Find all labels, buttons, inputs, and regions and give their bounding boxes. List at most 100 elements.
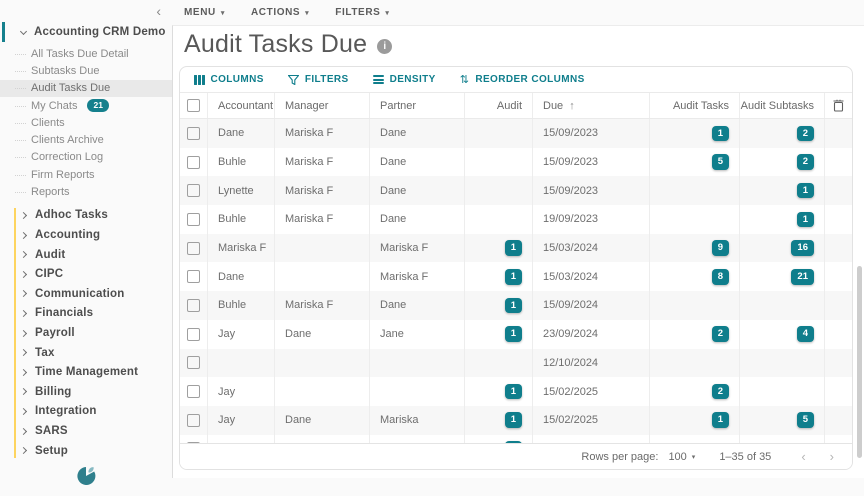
table-row[interactable]: Buhle Mariska F Dane 15/09/2023 5 2	[180, 148, 852, 177]
audit-tasks-count-badge[interactable]: 2	[712, 384, 729, 400]
sidebar-item-firm-reports[interactable]: Firm Reports	[0, 166, 172, 183]
chevron-right-icon	[20, 271, 27, 278]
menu-filters[interactable]: FILTERS ▾	[335, 7, 389, 18]
row-checkbox[interactable]	[187, 242, 200, 255]
sidebar-group-financials[interactable]: Financials	[0, 304, 172, 324]
table-row[interactable]: Jay 1 15/02/2025 2	[180, 377, 852, 406]
sidebar-group-communication[interactable]: Communication	[0, 284, 172, 304]
accountant-cell: Jay	[208, 406, 275, 435]
audit-subtasks-count-badge[interactable]: 2	[797, 126, 814, 142]
table-row[interactable]: Lynette Mariska F Dane 15/09/2023 1	[180, 176, 852, 205]
sidebar-root-accounting-crm-demo[interactable]: Accounting CRM Demo	[0, 22, 172, 42]
audit-count-badge[interactable]: 1	[505, 240, 522, 256]
sidebar-group-cipc[interactable]: CIPC	[0, 264, 172, 284]
select-all-checkbox[interactable]	[187, 99, 200, 112]
header-partner[interactable]: Partner	[370, 93, 465, 118]
table-row[interactable]: Mariska F Mariska F 1 15/03/2025	[180, 435, 852, 443]
sidebar-group-sars[interactable]: SARS	[0, 421, 172, 441]
header-delete-column[interactable]	[825, 93, 852, 118]
page-title: Audit Tasks Due	[184, 30, 367, 59]
table-row[interactable]: Dane Mariska F 1 15/03/2024 8 21	[180, 262, 852, 291]
header-accountant[interactable]: Accountant	[208, 93, 275, 118]
table-row[interactable]: Jay Dane Jane 1 23/09/2024 2 4	[180, 320, 852, 349]
header-due[interactable]: Due ↑	[533, 93, 650, 118]
sidebar-item-reports[interactable]: Reports	[0, 183, 172, 200]
sidebar-group-audit[interactable]: Audit	[0, 245, 172, 265]
audit-count-badge[interactable]: 1	[505, 298, 522, 314]
audit-tasks-count-badge[interactable]: 2	[712, 326, 729, 342]
table-row[interactable]: Buhle Mariska F Dane 19/09/2023 1	[180, 205, 852, 234]
audit-tasks-count-badge[interactable]: 8	[712, 269, 729, 285]
sidebar-group-accounting[interactable]: Accounting	[0, 225, 172, 245]
sidebar-item-my-chats[interactable]: My Chats 21	[0, 97, 172, 114]
header-audit-subtasks[interactable]: Audit Subtasks	[740, 93, 825, 118]
row-checkbox[interactable]	[187, 156, 200, 169]
partner-cell: Mariska	[370, 406, 465, 435]
audit-tasks-count-badge[interactable]: 5	[712, 154, 729, 170]
sidebar-item-subtasks-due[interactable]: Subtasks Due	[0, 62, 172, 79]
row-checkbox[interactable]	[187, 414, 200, 427]
columns-button[interactable]: COLUMNS	[194, 74, 264, 85]
audit-subtasks-count-badge[interactable]: 2	[797, 154, 814, 170]
audit-tasks-count-badge[interactable]: 1	[712, 126, 729, 142]
density-button[interactable]: DENSITY	[373, 74, 436, 85]
sidebar-item-clients[interactable]: Clients	[0, 114, 172, 131]
previous-page-button[interactable]: ‹	[801, 449, 805, 464]
sidebar-item-label: Subtasks Due	[31, 65, 99, 77]
sidebar-item-all-tasks-due-detail[interactable]: All Tasks Due Detail	[0, 45, 172, 62]
sidebar-item-clients-archive[interactable]: Clients Archive	[0, 131, 172, 148]
table-row[interactable]: Jay Dane Mariska 1 15/02/2025 1 5	[180, 406, 852, 435]
sidebar-group-tax[interactable]: Tax	[0, 343, 172, 363]
row-checkbox[interactable]	[187, 385, 200, 398]
sidebar-group-label: Integration	[35, 405, 97, 417]
table-row[interactable]: Buhle Mariska F Dane 1 15/09/2024	[180, 291, 852, 320]
audit-count-badge[interactable]: 1	[505, 412, 522, 428]
sidebar-group-billing[interactable]: Billing	[0, 382, 172, 402]
row-checkbox[interactable]	[187, 270, 200, 283]
row-checkbox[interactable]	[187, 328, 200, 341]
rows-per-page-select[interactable]: 100 ▾	[668, 451, 695, 463]
reorder-columns-button[interactable]: ⇅ REORDER COLUMNS	[460, 74, 585, 85]
accountant-cell: Jay	[208, 320, 275, 349]
chevron-right-icon	[20, 329, 27, 336]
sidebar-group-setup[interactable]: Setup	[0, 441, 172, 461]
sidebar-item-audit-tasks-due[interactable]: Audit Tasks Due	[0, 80, 172, 97]
menu-actions[interactable]: ACTIONS ▾	[251, 7, 309, 18]
table-toolbar: COLUMNS FILTERS DENSITY ⇅ REORDE	[180, 67, 852, 92]
audit-count-badge[interactable]: 1	[505, 269, 522, 285]
sidebar-group-label: SARS	[35, 425, 68, 437]
sidebar-group-adhoc-tasks[interactable]: Adhoc Tasks	[0, 206, 172, 226]
manager-cell	[275, 349, 370, 378]
next-page-button[interactable]: ›	[830, 449, 834, 464]
audit-subtasks-count-badge[interactable]: 5	[797, 412, 814, 428]
table-row[interactable]: Mariska F Mariska F 1 15/03/2024 9 16	[180, 234, 852, 263]
row-checkbox[interactable]	[187, 184, 200, 197]
window-scrollbar-thumb[interactable]	[857, 266, 862, 458]
row-checkbox[interactable]	[187, 127, 200, 140]
audit-subtasks-count-badge[interactable]: 1	[797, 183, 814, 199]
sidebar-group-integration[interactable]: Integration	[0, 402, 172, 422]
header-audit-tasks[interactable]: Audit Tasks	[650, 93, 740, 118]
audit-subtasks-count-badge[interactable]: 4	[797, 326, 814, 342]
audit-tasks-count-badge[interactable]: 9	[712, 240, 729, 256]
sidebar-group-payroll[interactable]: Payroll	[0, 323, 172, 343]
audit-tasks-count-badge[interactable]: 1	[712, 412, 729, 428]
sidebar-item-correction-log[interactable]: Correction Log	[0, 149, 172, 166]
sidebar-group-time-management[interactable]: Time Management	[0, 362, 172, 382]
row-checkbox[interactable]	[187, 356, 200, 369]
header-audit[interactable]: Audit	[465, 93, 533, 118]
row-checkbox[interactable]	[187, 213, 200, 226]
table-row[interactable]: 12/10/2024	[180, 349, 852, 378]
audit-count-badge[interactable]: 1	[505, 326, 522, 342]
menu-menu[interactable]: MENU ▾	[184, 7, 225, 18]
table-row[interactable]: Dane Mariska F Dane 15/09/2023 1 2	[180, 119, 852, 148]
audit-count-badge[interactable]: 1	[505, 384, 522, 400]
header-manager[interactable]: Manager	[275, 93, 370, 118]
audit-subtasks-count-badge[interactable]: 16	[791, 240, 814, 256]
filters-button[interactable]: FILTERS	[288, 74, 349, 85]
info-icon[interactable]: i	[377, 39, 392, 54]
sidebar-collapse-icon[interactable]: ‹	[156, 2, 161, 20]
audit-subtasks-count-badge[interactable]: 1	[797, 212, 814, 228]
audit-subtasks-count-badge[interactable]: 21	[791, 269, 814, 285]
row-checkbox[interactable]	[187, 299, 200, 312]
